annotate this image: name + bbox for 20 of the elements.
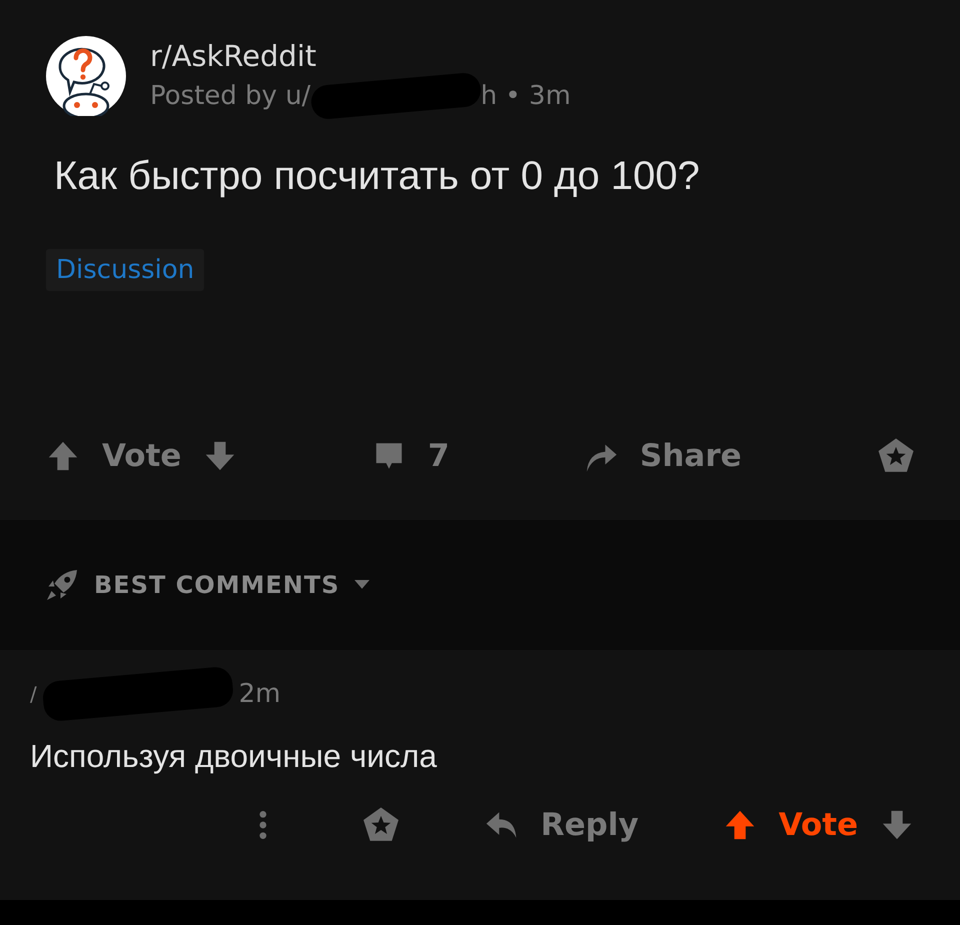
rocket-icon: [44, 567, 80, 603]
subreddit-name[interactable]: r/AskReddit: [150, 39, 571, 73]
reply-button[interactable]: Reply: [484, 807, 639, 843]
sort-dropdown[interactable]: BEST COMMENTS: [94, 571, 370, 599]
caret-icon: [354, 580, 370, 590]
downvote-icon[interactable]: [880, 808, 914, 842]
posted-by-label: Posted by u/: [150, 81, 311, 111]
comment-count: 7: [428, 438, 450, 474]
comment-text: Используя двоичные числа: [30, 738, 438, 775]
post-title: Как быстро посчитать от 0 до 100?: [54, 154, 701, 199]
share-button[interactable]: Share: [584, 438, 742, 474]
vote-label: Vote: [778, 807, 858, 843]
more-options-icon[interactable]: [258, 808, 267, 842]
flair-tag[interactable]: Discussion: [46, 249, 204, 291]
author-name[interactable]: /: [30, 682, 37, 706]
post-time: h • 3m: [480, 81, 571, 111]
vote-label: Vote: [102, 438, 182, 474]
upvote-icon[interactable]: [46, 439, 80, 473]
subreddit-avatar-icon[interactable]: [46, 36, 126, 116]
comment-time: 2m: [238, 679, 281, 709]
